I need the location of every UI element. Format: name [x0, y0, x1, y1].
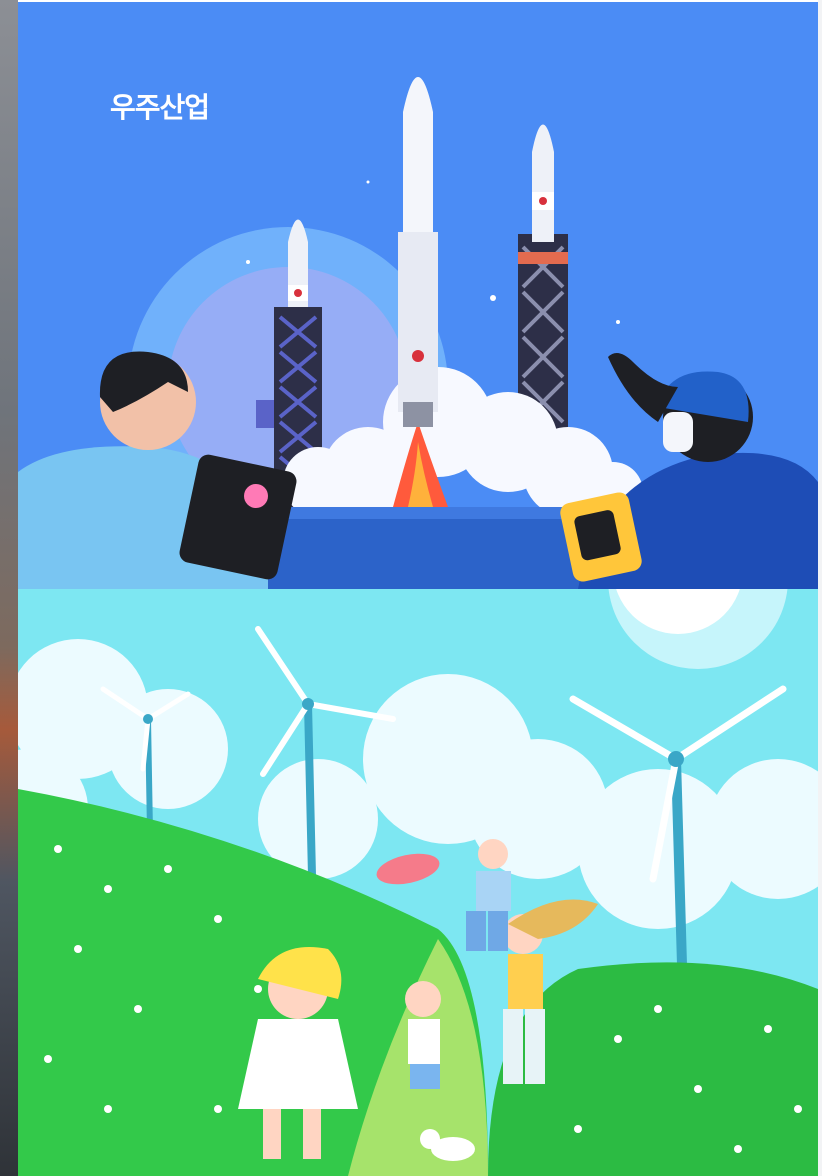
wind-turbine-meadow-illustration — [18, 589, 818, 1176]
section-title: 우주산업 — [110, 91, 210, 124]
renewable-energy-panel — [18, 589, 818, 1176]
background-edge-left — [0, 0, 18, 1176]
space-industry-panel: 우주산업 — [18, 2, 818, 589]
main-rocket — [398, 77, 438, 427]
left-rocket — [288, 219, 308, 307]
background-edge-right — [818, 0, 822, 1176]
right-rocket — [532, 124, 554, 242]
